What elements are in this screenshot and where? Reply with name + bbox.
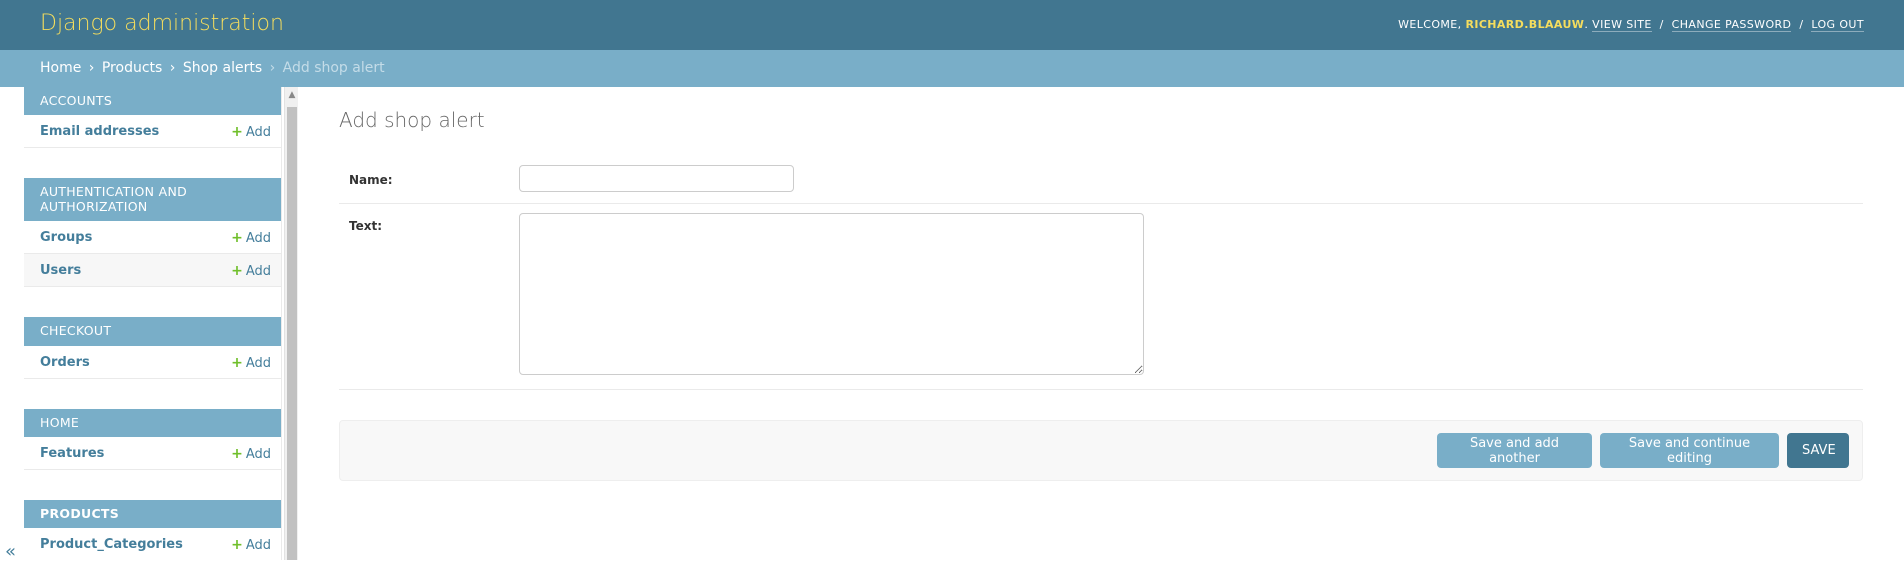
breadcrumb-separator: › xyxy=(88,60,95,76)
sidebar-item-users: Users + Add xyxy=(24,254,281,288)
module-checkout: Checkout Orders + Add xyxy=(24,317,281,379)
scrollbar-thumb[interactable] xyxy=(287,107,297,560)
collapse-sidebar-icon[interactable]: « xyxy=(5,541,16,562)
module-authentication: Authentication and Authorization Groups … xyxy=(24,178,281,288)
breadcrumb: Home › Products › Shop alerts › Add shop… xyxy=(0,50,1904,87)
form-row-text: Text: xyxy=(339,204,1863,390)
text-label: Text: xyxy=(349,219,383,233)
change-password-link[interactable]: Change password xyxy=(1671,18,1792,32)
add-link[interactable]: + Add xyxy=(231,355,271,371)
sidebar-scrollbar[interactable]: ▲ xyxy=(284,87,298,560)
sidebar-item-groups: Groups + Add xyxy=(24,221,281,255)
model-link[interactable]: Product_Categories xyxy=(40,537,183,552)
breadcrumb-separator: › xyxy=(169,60,176,76)
module-caption[interactable]: Checkout xyxy=(24,317,281,346)
welcome-text: Welcome, xyxy=(1398,18,1462,31)
breadcrumb-products[interactable]: Products xyxy=(102,60,162,76)
plus-icon: + xyxy=(231,230,243,247)
breadcrumb-home[interactable]: Home xyxy=(40,60,81,76)
model-link[interactable]: Orders xyxy=(40,355,90,370)
add-link[interactable]: + Add xyxy=(231,230,271,246)
plus-icon: + xyxy=(231,354,243,371)
save-and-continue-button[interactable]: Save and continue editing xyxy=(1600,433,1779,468)
add-link[interactable]: + Add xyxy=(231,446,271,462)
breadcrumb-current: Add shop alert xyxy=(282,60,385,76)
module-caption[interactable]: Authentication and Authorization xyxy=(24,178,281,222)
content: Add shop alert Name: Text: Save and add … xyxy=(339,87,1863,481)
model-link[interactable]: Email addresses xyxy=(40,124,159,139)
model-link[interactable]: Users xyxy=(40,263,81,278)
module-caption[interactable]: Products xyxy=(24,499,281,529)
sidebar-item-email-addresses: Email addresses + Add xyxy=(24,115,281,149)
module-products: Products Product_Categories + Add xyxy=(24,499,281,560)
form-row-name: Name: xyxy=(339,152,1863,204)
add-link[interactable]: + Add xyxy=(231,537,271,553)
sidebar-item-orders: Orders + Add xyxy=(24,346,281,379)
separator: / xyxy=(1659,18,1664,31)
header: Django administration Welcome, richard.b… xyxy=(0,0,1904,50)
breadcrumb-separator: › xyxy=(269,60,276,76)
plus-icon: + xyxy=(231,124,243,141)
module-accounts: Accounts Email addresses + Add xyxy=(24,87,281,149)
breadcrumb-shop-alerts[interactable]: Shop alerts xyxy=(183,60,262,76)
module-home: Home Features + Add xyxy=(24,408,281,470)
add-link[interactable]: + Add xyxy=(231,124,271,140)
page-title: Add shop alert xyxy=(339,108,485,132)
name-input[interactable] xyxy=(519,165,794,192)
sidebar-item-features: Features + Add xyxy=(24,437,281,470)
module-caption[interactable]: Accounts xyxy=(24,87,281,116)
save-button[interactable]: Save xyxy=(1787,433,1849,468)
scroll-up-arrow-icon[interactable]: ▲ xyxy=(287,89,297,101)
site-branding[interactable]: Django administration xyxy=(40,11,284,36)
view-site-link[interactable]: View site xyxy=(1592,18,1652,32)
name-label: Name: xyxy=(349,173,393,187)
user-tools: Welcome, richard.blaauw. View site / Cha… xyxy=(1398,18,1864,32)
model-link[interactable]: Groups xyxy=(40,230,92,245)
module-caption[interactable]: Home xyxy=(24,408,281,437)
model-link[interactable]: Features xyxy=(40,446,104,461)
save-and-add-another-button[interactable]: Save and add another xyxy=(1437,433,1592,468)
username: richard.blaauw xyxy=(1465,18,1585,31)
add-link[interactable]: + Add xyxy=(231,263,271,279)
text-textarea[interactable] xyxy=(519,213,1144,375)
submit-row: Save and add another Save and continue e… xyxy=(339,420,1863,481)
plus-icon: + xyxy=(231,445,243,462)
plus-icon: + xyxy=(231,537,243,554)
separator: / xyxy=(1799,18,1804,31)
nav-sidebar: Accounts Email addresses + Add Authentica… xyxy=(24,87,282,560)
plus-icon: + xyxy=(231,263,243,280)
log-out-link[interactable]: Log out xyxy=(1811,18,1864,32)
sidebar-item-product-categories: Product_Categories + Add xyxy=(24,528,281,560)
main: Accounts Email addresses + Add Authentica… xyxy=(0,87,1904,562)
